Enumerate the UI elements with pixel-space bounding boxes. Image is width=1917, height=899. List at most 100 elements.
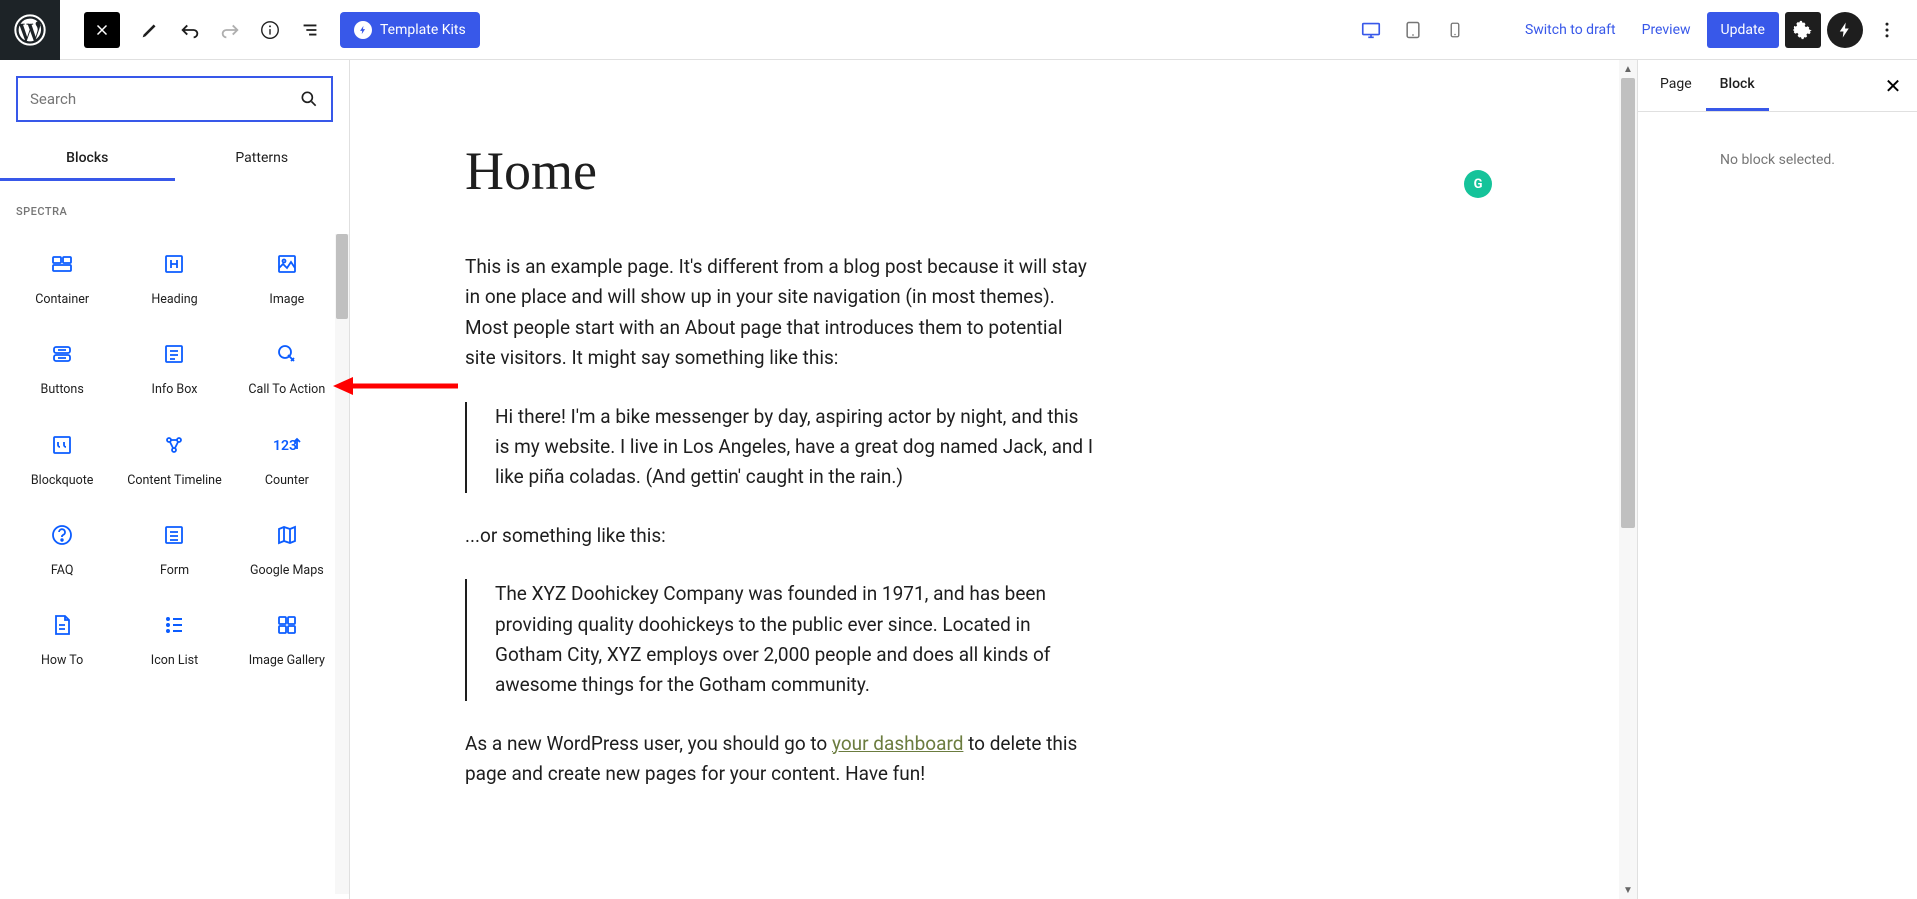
wordpress-logo[interactable] [0,0,60,60]
editor-toolbar: Template Kits Switch to draft Preview Up… [0,0,1917,60]
template-kits-label: Template Kits [380,22,466,38]
template-kits-button[interactable]: Template Kits [340,12,480,48]
inserter-scrollbar[interactable] [335,234,349,894]
page-content[interactable]: Home This is an example page. It's diffe… [350,60,1170,857]
paragraph-3[interactable]: As a new WordPress user, you should go t… [465,729,1095,790]
timeline-icon [160,431,188,459]
counter-icon: 123 [273,431,301,459]
search-input[interactable] [30,90,299,108]
gallery-icon [273,611,301,639]
image-icon [273,250,301,278]
close-icon [93,21,111,39]
block-inserter-panel: Blocks Patterns SPECTRA Container Headin… [0,60,350,899]
mobile-view-button[interactable] [1437,12,1473,48]
scrollbar-thumb[interactable] [1621,78,1635,528]
more-options-button[interactable] [1869,12,1905,48]
tablet-view-button[interactable] [1395,12,1431,48]
paragraph-2[interactable]: ...or something like this: [465,521,1095,551]
settings-button[interactable] [1785,12,1821,48]
close-icon: ✕ [1885,74,1902,98]
block-category-label: SPECTRA [8,197,341,234]
block-form[interactable]: Form [120,505,228,591]
page-title[interactable]: Home [465,140,1095,202]
undo-button[interactable] [170,10,210,50]
map-icon [273,521,301,549]
block-faq[interactable]: FAQ [8,505,116,591]
block-image[interactable]: Image [233,234,341,320]
tab-page[interactable]: Page [1646,60,1706,111]
spectra-button[interactable] [1827,12,1863,48]
outline-button[interactable] [290,10,330,50]
scrollbar-thumb[interactable] [336,234,348,319]
switch-to-draft-button[interactable]: Switch to draft [1515,22,1626,38]
block-call-to-action[interactable]: Call To Action [233,324,341,410]
settings-sidebar: Page Block ✕ No block selected. [1637,60,1917,899]
close-sidebar-button[interactable]: ✕ [1877,70,1909,102]
list-icon [299,19,321,41]
redo-icon [219,19,241,41]
tab-patterns[interactable]: Patterns [175,138,350,181]
close-inserter-button[interactable] [84,12,120,48]
toolbar-right: Switch to draft Preview Update [1353,12,1917,48]
block-blockquote[interactable]: Blockquote [8,415,116,501]
tab-blocks[interactable]: Blocks [0,138,175,181]
more-vertical-icon [1877,20,1897,40]
annotation-arrow [333,374,463,398]
blockquote-icon [48,431,76,459]
faq-icon [48,521,76,549]
pencil-icon [139,19,161,41]
block-how-to[interactable]: How To [8,595,116,681]
update-button[interactable]: Update [1707,12,1779,48]
scroll-up-icon[interactable]: ▲ [1619,60,1637,78]
grammarly-badge[interactable]: G [1464,170,1492,198]
scroll-down-icon[interactable]: ▼ [1619,881,1637,899]
block-image-gallery[interactable]: Image Gallery [233,595,341,681]
canvas-scrollbar[interactable]: ▲ ▼ [1619,60,1637,899]
blockquote-1[interactable]: Hi there! I'm a bike messenger by day, a… [465,402,1095,493]
undo-icon [179,19,201,41]
svg-text:123: 123 [273,438,297,454]
heading-icon [160,250,188,278]
editor-main: Blocks Patterns SPECTRA Container Headin… [0,60,1917,899]
form-icon [160,521,188,549]
container-icon [48,250,76,278]
howto-icon [48,611,76,639]
block-buttons[interactable]: Buttons [8,324,116,410]
block-container[interactable]: Container [8,234,116,320]
sidebar-tabs: Page Block ✕ [1638,60,1917,112]
block-info-box[interactable]: Info Box [120,324,228,410]
buttons-icon [48,340,76,368]
editor-canvas[interactable]: Home This is an example page. It's diffe… [350,60,1637,899]
preview-button[interactable]: Preview [1632,22,1701,38]
blockquote-2[interactable]: The XYZ Doohickey Company was founded in… [465,579,1095,701]
search-wrap [0,60,349,138]
gear-icon [1793,20,1813,40]
search-icon [299,89,319,109]
lightning-icon [1836,21,1854,39]
icon-list-icon [160,611,188,639]
block-grid: Container Heading Image Buttons Info Box… [8,234,341,681]
cta-icon [273,340,301,368]
inserter-tabs: Blocks Patterns [0,138,349,181]
search-box[interactable] [16,76,333,122]
desktop-icon [1360,19,1382,41]
sidebar-body: No block selected. [1638,112,1917,208]
tab-block[interactable]: Block [1706,60,1769,111]
lightning-icon [354,21,372,39]
info-icon [259,19,281,41]
block-icon-list[interactable]: Icon List [120,595,228,681]
block-counter[interactable]: 123Counter [233,415,341,501]
paragraph-1[interactable]: This is an example page. It's different … [465,252,1095,374]
mobile-icon [1446,21,1464,39]
info-box-icon [160,340,188,368]
edit-button[interactable] [130,10,170,50]
block-google-maps[interactable]: Google Maps [233,505,341,591]
desktop-view-button[interactable] [1353,12,1389,48]
details-button[interactable] [250,10,290,50]
toolbar-left: Template Kits [0,0,480,59]
dashboard-link[interactable]: your dashboard [832,732,963,755]
redo-button[interactable] [210,10,250,50]
block-list[interactable]: SPECTRA Container Heading Image Buttons … [0,181,349,899]
block-heading[interactable]: Heading [120,234,228,320]
block-content-timeline[interactable]: Content Timeline [120,415,228,501]
